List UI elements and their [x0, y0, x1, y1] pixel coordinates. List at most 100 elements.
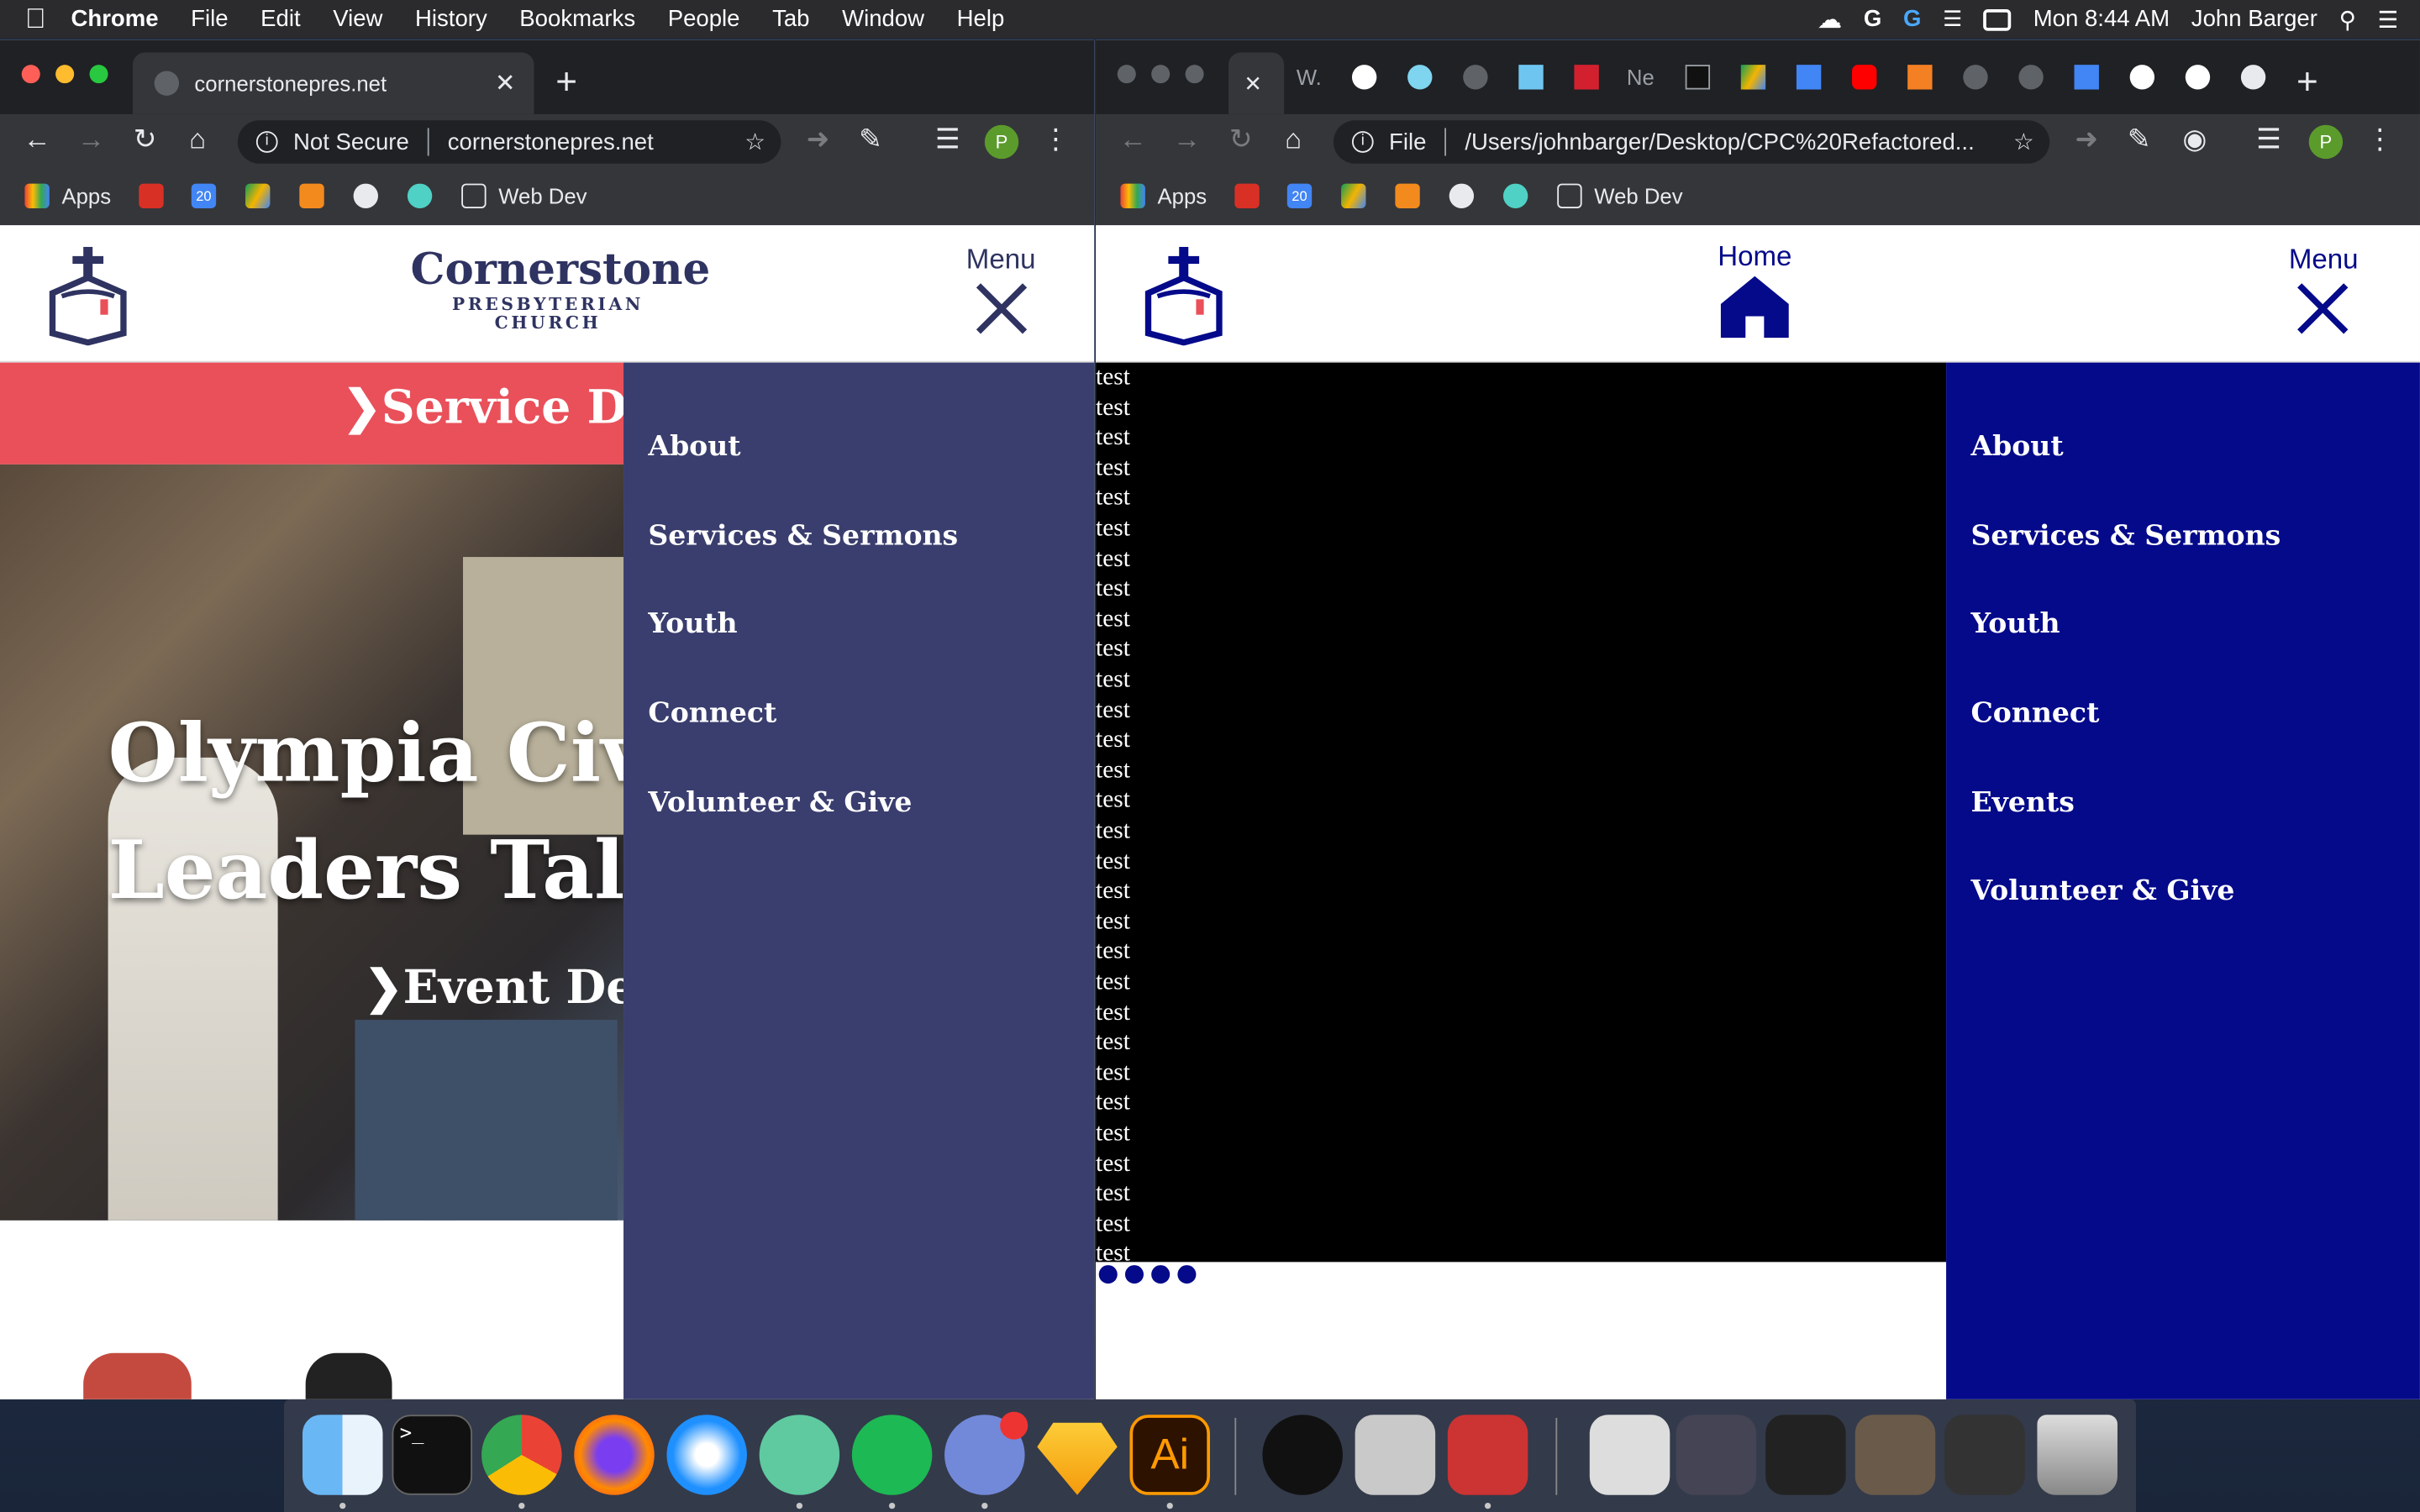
- trash-icon[interactable]: [2037, 1415, 2118, 1495]
- recent-document-icon[interactable]: [1765, 1415, 1846, 1495]
- wifi-icon[interactable]: ☰: [1943, 6, 1962, 32]
- spotify-icon[interactable]: [851, 1415, 933, 1495]
- grammarly-icon[interactable]: G: [1903, 6, 1921, 32]
- address-bar[interactable]: i Not Secure cornerstonepres.net ☆: [237, 120, 781, 164]
- menu-people[interactable]: People: [668, 6, 740, 32]
- illustrator-icon[interactable]: Ai: [1129, 1415, 1210, 1495]
- nav-connect[interactable]: Connect: [648, 697, 776, 730]
- home-icon[interactable]: ⌂: [179, 123, 216, 156]
- recent-document-icon[interactable]: [1854, 1415, 1936, 1495]
- logitech-icon[interactable]: G: [1864, 6, 1881, 32]
- bookmark-chromatic[interactable]: [407, 183, 445, 208]
- home-link[interactable]: Home: [1713, 241, 1797, 346]
- home-icon[interactable]: ⌂: [1275, 123, 1312, 156]
- card-thumbnail-2[interactable]: [305, 1352, 392, 1399]
- bookmark-gmail[interactable]: [1234, 183, 1271, 208]
- nav-about[interactable]: About: [1970, 430, 2063, 463]
- bookmark-drive[interactable]: [245, 183, 282, 208]
- notification-center-icon[interactable]: ☰: [2378, 5, 2399, 33]
- tab-globe-icon-2[interactable]: [1963, 65, 1988, 90]
- atom-icon[interactable]: [759, 1415, 840, 1495]
- close-menu-icon[interactable]: [976, 282, 1028, 334]
- forward-arrow-icon[interactable]: →: [1168, 123, 1205, 156]
- event-details-link[interactable]: ❯Event De: [364, 961, 623, 1015]
- close-menu-icon[interactable]: [2296, 282, 2349, 334]
- bookmark-folder-webdev[interactable]: Web Dev: [1557, 183, 1683, 208]
- new-tab-button[interactable]: +: [555, 61, 577, 104]
- clock[interactable]: Mon 8:44 AM: [2033, 6, 2170, 32]
- chrome-menu-icon[interactable]: ⋮: [1037, 123, 1074, 156]
- menu-label[interactable]: Menu: [966, 244, 1036, 276]
- menu-view[interactable]: View: [333, 6, 382, 32]
- tab-netlify[interactable]: Ne: [1627, 65, 1655, 89]
- back-arrow-icon[interactable]: ←: [1114, 123, 1151, 156]
- menu-history[interactable]: History: [415, 6, 487, 32]
- extension-eyes-icon[interactable]: ◉: [2176, 123, 2213, 156]
- service-banner[interactable]: ❯Service De: [0, 362, 656, 465]
- tab-calendar-icon[interactable]: [2074, 65, 2099, 90]
- url-text[interactable]: /Users/johnbarger/Desktop/CPC%20Refactor…: [1465, 129, 1974, 155]
- bookmark-drive[interactable]: [1341, 183, 1378, 208]
- tab-blue-icon[interactable]: [1518, 65, 1544, 90]
- close-window-button[interactable]: [1117, 65, 1136, 84]
- media-control-icon[interactable]: ☰: [2250, 123, 2287, 156]
- bookmark-star-icon[interactable]: ☆: [2013, 128, 2034, 155]
- nav-about[interactable]: About: [648, 430, 740, 463]
- menu-label[interactable]: Menu: [2289, 244, 2359, 276]
- tab-google-icon-2[interactable]: [2129, 65, 2155, 90]
- extension-pen-icon[interactable]: ✎: [852, 123, 889, 156]
- creative-cloud-icon[interactable]: ☁: [1818, 4, 1842, 35]
- card-thumbnail[interactable]: [83, 1352, 192, 1399]
- url-text[interactable]: cornerstonepres.net: [448, 129, 654, 155]
- chrome-menu-icon[interactable]: ⋮: [2361, 123, 2398, 156]
- tab-globe-icon-4[interactable]: [2240, 65, 2266, 90]
- back-arrow-icon[interactable]: ←: [18, 123, 55, 156]
- fontforge-icon[interactable]: [1355, 1415, 1436, 1495]
- nav-youth[interactable]: Youth: [648, 608, 737, 641]
- safari-icon[interactable]: [666, 1415, 747, 1495]
- profile-avatar[interactable]: P: [984, 124, 1019, 160]
- extension-pen-icon[interactable]: ✎: [2121, 123, 2158, 156]
- bookmark-calendar[interactable]: 20: [1286, 183, 1324, 208]
- reload-icon[interactable]: ↻: [127, 123, 164, 156]
- menu-help[interactable]: Help: [957, 6, 1005, 32]
- nav-services-sermons[interactable]: Services & Sermons: [1970, 520, 2281, 553]
- nav-volunteer-give[interactable]: Volunteer & Give: [648, 787, 912, 820]
- finder-icon[interactable]: [302, 1415, 383, 1495]
- bookmark-apps[interactable]: Apps: [24, 183, 111, 208]
- bookmark-cube[interactable]: [299, 183, 336, 208]
- tab-stackoverflow-icon[interactable]: [1907, 65, 1933, 90]
- tab-google-icon-3[interactable]: [2185, 65, 2211, 90]
- bookmark-apps[interactable]: Apps: [1120, 183, 1207, 208]
- tab-globe-icon[interactable]: [1463, 65, 1488, 90]
- info-icon[interactable]: i: [255, 131, 278, 153]
- close-tab-icon[interactable]: ✕: [495, 68, 516, 99]
- tab-youtube-icon[interactable]: [1852, 65, 1877, 90]
- tab-red-icon[interactable]: [1574, 65, 1599, 90]
- zoom-window-button[interactable]: [1185, 65, 1204, 84]
- forward-arrow-icon[interactable]: →: [72, 123, 109, 156]
- church-logo-icon[interactable]: [1142, 246, 1225, 346]
- bookmark-github[interactable]: [1449, 183, 1486, 208]
- extension-arrow-icon[interactable]: ➜: [799, 123, 836, 156]
- menu-file[interactable]: File: [191, 6, 228, 32]
- new-tab-button[interactable]: +: [2296, 61, 2318, 104]
- address-bar[interactable]: i File /Users/johnbarger/Desktop/CPC%20R…: [1333, 120, 2050, 164]
- apple-menu-icon[interactable]: : [0, 3, 71, 36]
- menu-edit[interactable]: Edit: [260, 6, 300, 32]
- bookmark-cube[interactable]: [1395, 183, 1432, 208]
- nav-youth[interactable]: Youth: [1970, 608, 2060, 641]
- tab-penguin-icon[interactable]: [1407, 65, 1433, 90]
- minimize-window-button[interactable]: [55, 65, 75, 84]
- bookmark-chromatic[interactable]: [1502, 183, 1540, 208]
- spotlight-search-icon[interactable]: ⚲: [2339, 5, 2356, 33]
- tab-active-pinned[interactable]: ✕: [1228, 52, 1285, 114]
- zoom-window-button[interactable]: [89, 65, 108, 84]
- sketch-icon[interactable]: [1037, 1422, 1118, 1495]
- tab-drive-icon[interactable]: [1740, 65, 1766, 90]
- terminal-icon[interactable]: >_: [392, 1415, 473, 1495]
- close-window-button[interactable]: [21, 65, 40, 84]
- menu-app-name[interactable]: Chrome: [71, 6, 158, 32]
- bookmark-star-icon[interactable]: ☆: [744, 128, 765, 155]
- nav-events[interactable]: Events: [1970, 787, 2074, 820]
